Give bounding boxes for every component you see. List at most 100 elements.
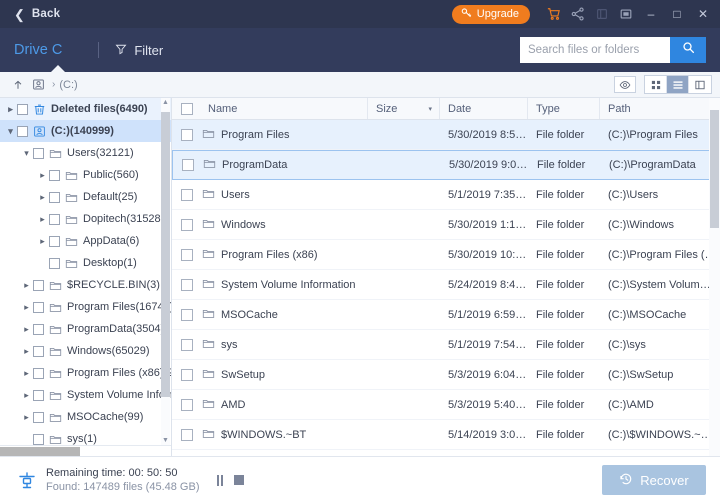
tree-item[interactable]: ▸$RECYCLE.BIN(3) [0, 274, 171, 296]
tree-item-checkbox[interactable] [33, 346, 44, 357]
tree-item[interactable]: ▸Dopitech(31528 [0, 208, 171, 230]
maximize-button[interactable]: □ [664, 0, 690, 28]
screen-icon[interactable] [614, 0, 638, 28]
row-checkbox-cell[interactable] [172, 399, 200, 411]
row-checkbox[interactable] [181, 279, 193, 291]
table-row[interactable]: $RECYCLE.BIN5/8/2019 4:05:30 PMFile fold… [172, 450, 720, 456]
row-checkbox-cell[interactable] [172, 189, 200, 201]
row-checkbox-cell[interactable] [172, 129, 200, 141]
tree-item[interactable]: ▸AppData(6) [0, 230, 171, 252]
eye-icon[interactable] [614, 76, 636, 93]
row-checkbox-cell[interactable] [172, 219, 200, 231]
table-row[interactable]: sys5/1/2019 7:54:58 PMFile folder(C:)\sy… [172, 330, 720, 360]
table-row[interactable]: $WINDOWS.~BT5/14/2019 3:09:07 …File fold… [172, 420, 720, 450]
chevron-right-icon[interactable]: ▸ [36, 192, 49, 203]
tree-item-checkbox[interactable] [49, 192, 60, 203]
chevron-right-icon[interactable]: ▸ [20, 346, 33, 357]
table-row[interactable]: Windows5/30/2019 1:12:44 …File folder(C:… [172, 210, 720, 240]
file-rows[interactable]: Program Files5/30/2019 8:59:41 …File fol… [172, 120, 720, 456]
minimize-button[interactable]: – [638, 0, 664, 28]
column-header-path[interactable]: Path [600, 98, 720, 119]
row-checkbox-cell[interactable] [172, 279, 200, 291]
tree-item-checkbox[interactable] [33, 148, 44, 159]
row-checkbox[interactable] [181, 189, 193, 201]
chevron-right-icon[interactable]: ▸ [36, 170, 49, 181]
tree-item[interactable]: ▸Program Files (x86)(22… [0, 362, 171, 384]
tree-item[interactable]: ▸Public(560) [0, 164, 171, 186]
sidebar-horizontal-scrollbar[interactable] [0, 445, 171, 456]
table-row[interactable]: MSOCache5/1/2019 6:59:57 PMFile folder(C… [172, 300, 720, 330]
back-button[interactable]: ❮ Back [14, 8, 60, 21]
tree-item[interactable]: ▸Default(25) [0, 186, 171, 208]
feedback-icon[interactable] [590, 0, 614, 28]
tree-item[interactable]: ▾Users(32121) [0, 142, 171, 164]
chevron-right-icon[interactable]: ▸ [20, 368, 33, 379]
chevron-right-icon[interactable]: ▸ [20, 412, 33, 423]
tree-item[interactable]: sys(1) [0, 428, 171, 445]
row-checkbox[interactable] [181, 129, 193, 141]
search-button[interactable] [670, 37, 706, 63]
search-input[interactable] [520, 37, 670, 63]
tree-item-checkbox[interactable] [33, 368, 44, 379]
table-row[interactable]: AMD5/3/2019 5:40:03 AMFile folder(C:)\AM… [172, 390, 720, 420]
cart-icon[interactable] [542, 0, 566, 28]
pause-icon[interactable] [217, 475, 223, 486]
select-all-checkbox[interactable] [181, 103, 193, 115]
share-icon[interactable] [566, 0, 590, 28]
row-checkbox[interactable] [181, 309, 193, 321]
row-checkbox-cell[interactable] [172, 309, 200, 321]
tree-item-checkbox[interactable] [33, 280, 44, 291]
file-list-scroll-thumb[interactable] [710, 110, 719, 228]
tree-item[interactable]: ▸Windows(65029) [0, 340, 171, 362]
table-row[interactable]: Program Files5/30/2019 8:59:41 …File fol… [172, 120, 720, 150]
column-header-date[interactable]: Date [440, 98, 528, 119]
tree-item-checkbox[interactable] [49, 236, 60, 247]
chevron-right-icon[interactable]: ▸ [20, 280, 33, 291]
tree-item-checkbox[interactable] [49, 170, 60, 181]
column-header-type[interactable]: Type [528, 98, 600, 119]
tree-item[interactable]: ▸System Volume Inform… [0, 384, 171, 406]
row-checkbox-cell[interactable] [173, 159, 201, 171]
chevron-right-icon[interactable]: ▸ [4, 104, 17, 115]
list-icon[interactable] [667, 76, 689, 93]
close-button[interactable]: ✕ [690, 0, 716, 28]
drive-icon[interactable] [28, 78, 48, 91]
column-header-size[interactable]: Size ▾ [368, 98, 440, 119]
table-row[interactable]: SwSetup5/3/2019 6:04:21 AMFile folder(C:… [172, 360, 720, 390]
tree-item[interactable]: ▸ProgramData(3504) [0, 318, 171, 340]
arrow-up-icon[interactable] [8, 79, 28, 91]
chevron-down-icon[interactable]: ▾ [428, 105, 432, 113]
scroll-down-arrow[interactable]: ▼ [162, 437, 169, 444]
row-checkbox[interactable] [181, 399, 193, 411]
sidebar-vertical-scrollbar[interactable]: ▲ ▼ [161, 98, 170, 445]
folder-tree[interactable]: ▸Deleted files(6490)▾(C:)(140999)▾Users(… [0, 98, 171, 445]
tree-item-checkbox[interactable] [49, 258, 60, 269]
tree-item[interactable]: ▸Deleted files(6490) [0, 98, 171, 120]
recover-button[interactable]: Recover [602, 465, 706, 495]
tree-item[interactable]: ▸MSOCache(99) [0, 406, 171, 428]
tab-drive-c[interactable]: Drive C [14, 42, 62, 58]
tree-item[interactable]: ▸Program Files(16744) [0, 296, 171, 318]
chevron-down-icon[interactable]: ▾ [4, 126, 17, 137]
stop-icon[interactable] [234, 475, 244, 485]
chevron-right-icon[interactable]: ▸ [20, 390, 33, 401]
tree-item-checkbox[interactable] [33, 324, 44, 335]
chevron-down-icon[interactable]: ▾ [20, 148, 33, 159]
tree-item-checkbox[interactable] [33, 390, 44, 401]
file-list-scrollbar[interactable] [709, 98, 720, 456]
chevron-right-icon[interactable]: ▸ [36, 236, 49, 247]
row-checkbox[interactable] [181, 219, 193, 231]
table-row[interactable]: Users5/1/2019 7:35:11 PMFile folder(C:)\… [172, 180, 720, 210]
tree-item-checkbox[interactable] [33, 434, 44, 445]
upgrade-button[interactable]: Upgrade [452, 5, 530, 24]
row-checkbox-cell[interactable] [172, 249, 200, 261]
tree-item[interactable]: ▾(C:)(140999) [0, 120, 171, 142]
sidebar-scroll-thumb[interactable] [161, 112, 170, 397]
chevron-right-icon[interactable]: ▸ [20, 324, 33, 335]
sidebar-hscroll-thumb[interactable] [0, 447, 80, 456]
row-checkbox[interactable] [182, 159, 194, 171]
table-row[interactable]: System Volume Information5/24/2019 8:48:… [172, 270, 720, 300]
chevron-right-icon[interactable]: ▸ [36, 214, 49, 225]
chevron-right-icon[interactable]: ▸ [20, 302, 33, 313]
table-row[interactable]: ProgramData5/30/2019 9:00:56 …File folde… [172, 150, 720, 180]
